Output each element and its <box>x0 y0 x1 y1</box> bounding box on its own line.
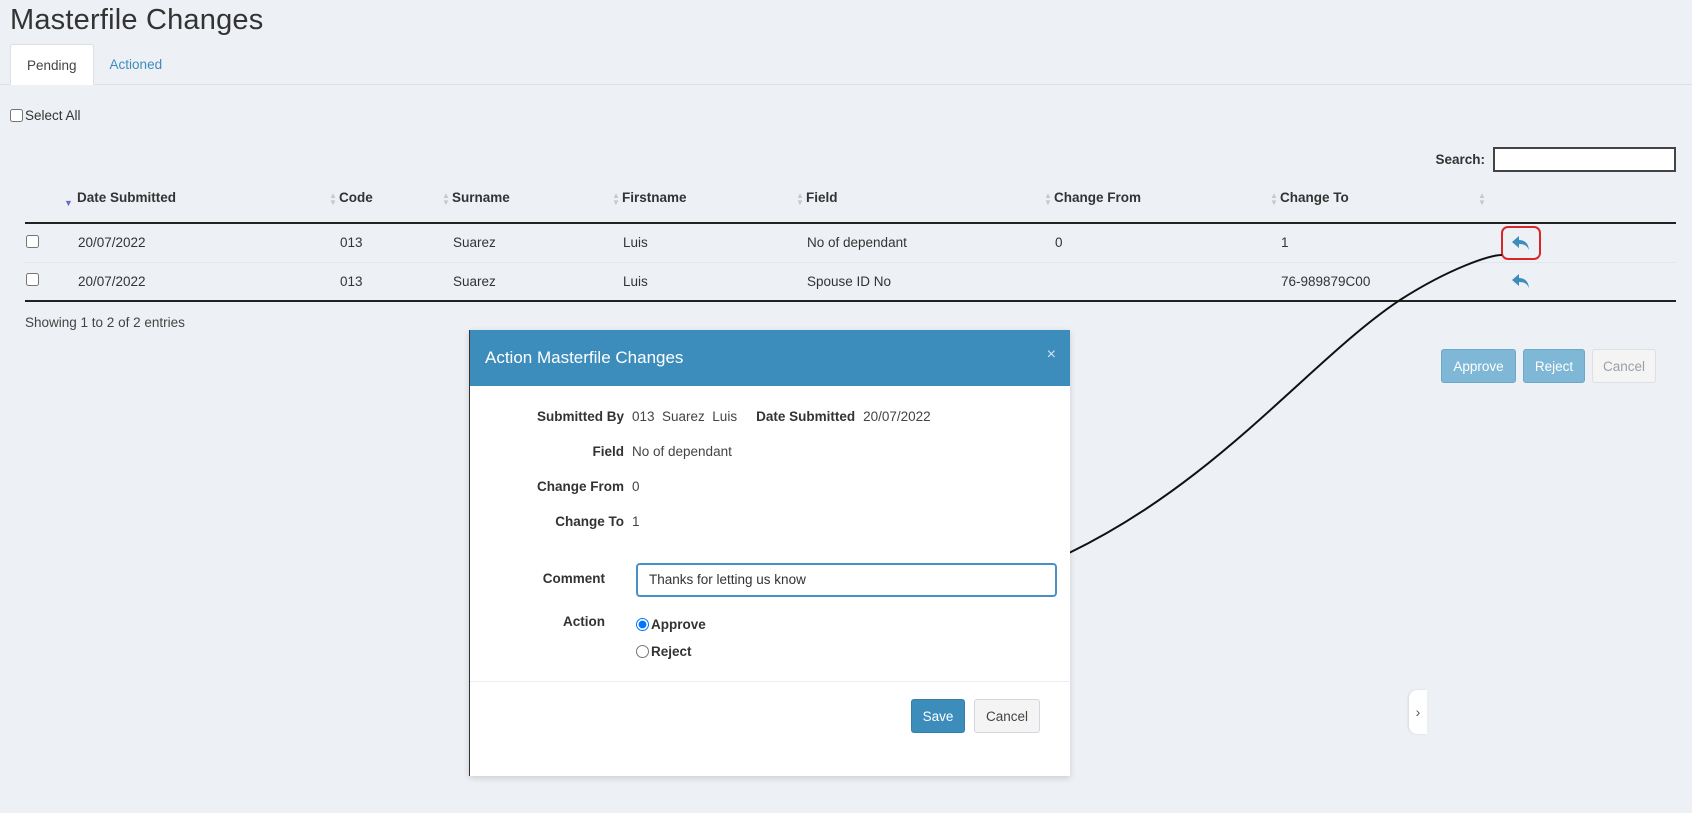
approve-button[interactable]: Approve <box>1441 349 1516 383</box>
change-to-label: Change To <box>555 514 624 529</box>
save-button[interactable]: Save <box>911 699 965 733</box>
change-to-row: Change To 1 <box>470 514 640 529</box>
table-row: 20/07/2022 013 Suarez Luis Spouse ID No … <box>25 262 1676 302</box>
change-from-value: 0 <box>632 479 640 494</box>
select-all[interactable]: Select All <box>10 108 81 123</box>
sort-icon: ▲ ▼ <box>796 191 804 207</box>
sort-icon: ▲ ▼ <box>1044 191 1052 207</box>
search-box: Search: <box>1435 147 1676 172</box>
search-input[interactable] <box>1493 147 1676 172</box>
table-row: 20/07/2022 013 Suarez Luis No of dependa… <box>25 223 1676 263</box>
cell-code: 013 <box>339 223 452 263</box>
modal-header: Action Masterfile Changes × <box>470 330 1070 386</box>
row-action-button[interactable] <box>1501 225 1541 260</box>
page-title: Masterfile Changes <box>10 4 264 36</box>
sort-icon: ▲ ▼ <box>1270 191 1278 207</box>
reject-option[interactable]: Reject <box>636 644 692 659</box>
cell-firstname: Luis <box>622 262 806 302</box>
header-field[interactable]: Field ▲ ▼ <box>806 184 1054 224</box>
cell-firstname: Luis <box>622 223 806 263</box>
reject-button[interactable]: Reject <box>1523 349 1585 383</box>
reply-icon <box>1512 235 1529 250</box>
table-info: Showing 1 to 2 of 2 entries <box>25 315 185 330</box>
header-select: ▼ <box>25 184 77 224</box>
reject-option-label: Reject <box>651 644 692 659</box>
cell-date: 20/07/2022 <box>77 262 339 302</box>
submitted-by-row: Submitted By 013 Suarez Luis Date Submit… <box>470 409 931 424</box>
sort-icon: ▲ ▼ <box>442 191 450 207</box>
approve-option-label: Approve <box>651 617 706 632</box>
chevron-right-icon: › <box>1415 704 1421 720</box>
row-action-button[interactable] <box>1503 266 1539 296</box>
search-label: Search: <box>1435 152 1485 167</box>
change-to-value: 1 <box>632 514 640 529</box>
submitted-by-value: 013 Suarez Luis <box>632 409 738 424</box>
side-panel-toggle[interactable]: › <box>1409 690 1427 734</box>
modal-cancel-button[interactable]: Cancel <box>974 699 1040 733</box>
approve-radio[interactable] <box>636 618 649 631</box>
bulk-actions: Approve Reject Cancel <box>1441 349 1656 383</box>
cell-surname: Suarez <box>452 262 622 302</box>
field-row: Field No of dependant <box>470 444 732 459</box>
cell-field: Spouse ID No <box>806 262 1054 302</box>
row-checkbox[interactable] <box>26 273 39 287</box>
change-from-row: Change From 0 <box>470 479 640 494</box>
table-header-row: ▼ Date Submitted ▲ ▼ Code ▲ ▼ Surname ▲ ▼ Firs… <box>25 184 1676 224</box>
reply-icon <box>1512 274 1529 289</box>
action-row: Action <box>470 614 605 629</box>
comment-label: Comment <box>542 571 605 586</box>
modal-footer-divider <box>470 681 1071 682</box>
field-label: Field <box>592 444 624 459</box>
tab-actioned[interactable]: Actioned <box>94 44 179 85</box>
comment-row: Comment <box>470 571 605 586</box>
cell-change-from: 0 <box>1054 223 1280 263</box>
header-change-from[interactable]: Change From ▲ ▼ <box>1054 184 1280 224</box>
reject-radio[interactable] <box>636 645 649 658</box>
cell-change-to: 1 <box>1280 223 1488 263</box>
tab-bar: Pending Actioned <box>10 44 178 85</box>
header-surname[interactable]: Surname ▲ ▼ <box>452 184 622 224</box>
cell-field: No of dependant <box>806 223 1054 263</box>
header-change-to[interactable]: Change To ▲ ▼ <box>1280 184 1488 224</box>
cell-change-to: 76-989879C00 <box>1280 262 1488 302</box>
approve-option[interactable]: Approve <box>636 617 706 632</box>
action-modal: Action Masterfile Changes × Submitted By… <box>469 330 1071 776</box>
sort-icon: ▲ ▼ <box>1478 191 1486 207</box>
changes-table: ▼ Date Submitted ▲ ▼ Code ▲ ▼ Surname ▲ ▼ Firs… <box>25 184 1676 302</box>
sort-desc-icon: ▼ <box>64 198 73 208</box>
action-label: Action <box>563 614 605 629</box>
select-all-label: Select All <box>25 108 81 123</box>
date-submitted-label: Date Submitted <box>756 409 856 424</box>
sort-icon: ▲ ▼ <box>612 191 620 207</box>
header-date-submitted[interactable]: Date Submitted ▲ ▼ <box>77 184 339 224</box>
tab-divider <box>0 84 1692 85</box>
header-firstname[interactable]: Firstname ▲ ▼ <box>622 184 806 224</box>
date-submitted-value: 20/07/2022 <box>863 409 931 424</box>
row-checkbox[interactable] <box>26 234 39 248</box>
cell-change-from <box>1054 262 1280 302</box>
comment-input[interactable]: Thanks for letting us know <box>636 563 1057 597</box>
tab-pending[interactable]: Pending <box>10 44 94 85</box>
header-action <box>1488 184 1676 224</box>
field-value: No of dependant <box>632 444 732 459</box>
header-code[interactable]: Code ▲ ▼ <box>339 184 452 224</box>
modal-title: Action Masterfile Changes <box>485 348 684 367</box>
close-icon[interactable]: × <box>1047 346 1056 364</box>
cancel-button[interactable]: Cancel <box>1592 349 1656 383</box>
select-all-checkbox[interactable] <box>10 109 23 122</box>
cell-code: 013 <box>339 262 452 302</box>
change-from-label: Change From <box>536 479 624 494</box>
submitted-by-label: Submitted By <box>536 409 624 424</box>
cell-surname: Suarez <box>452 223 622 263</box>
cell-date: 20/07/2022 <box>77 223 339 263</box>
sort-icon: ▲ ▼ <box>329 191 337 207</box>
